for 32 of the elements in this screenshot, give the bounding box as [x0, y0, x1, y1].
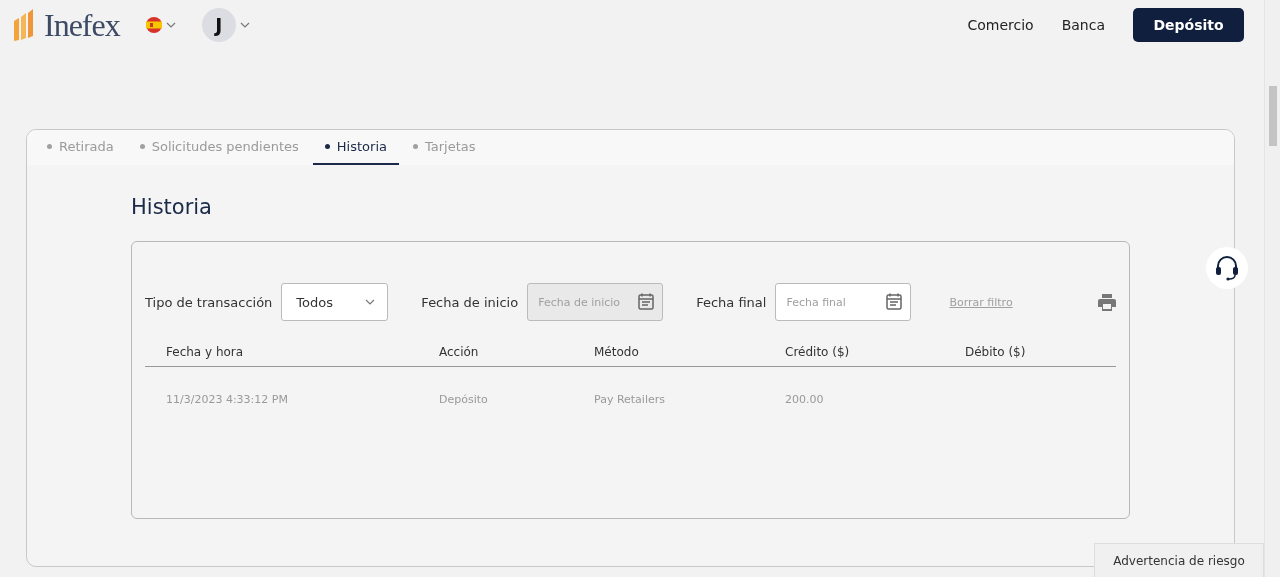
table-cell-text: Depósito [439, 393, 489, 406]
caret-icon [239, 20, 250, 30]
caret-icon [165, 20, 176, 30]
deposit-button[interactable]: Depósito [1133, 8, 1244, 42]
column-header: Débito ($) [965, 345, 1027, 359]
print-icon[interactable] [1098, 293, 1116, 311]
filter-label: Fecha de inicio [421, 294, 519, 310]
spain-flag-icon[interactable] [145, 17, 162, 33]
risk-warning-button[interactable]: Advertencia de riesgo [1094, 543, 1264, 577]
nav-link[interactable]: Comercio [967, 17, 1034, 33]
column-header: Acción [439, 345, 480, 359]
transaction-type-select[interactable]: Todos [281, 283, 389, 321]
nav-link[interactable]: Banca [1061, 17, 1105, 33]
page-title: Historia [131, 195, 213, 219]
date-field[interactable]: Fecha final [775, 283, 912, 321]
filter-label: Fecha final [696, 294, 767, 310]
table-cell-text: Pay Retailers [594, 393, 666, 406]
logo-text: Inefex [44, 6, 120, 44]
column-header: Método [594, 345, 640, 359]
headset-icon [1213, 254, 1241, 282]
column-header: Fecha y hora [166, 345, 245, 359]
calendar-icon[interactable] [886, 293, 903, 310]
calendar-icon[interactable] [638, 293, 655, 310]
column-header: Crédito ($) [785, 345, 851, 359]
user-avatar[interactable]: J [201, 8, 236, 42]
support-button[interactable] [1206, 247, 1248, 289]
chevron-icon [365, 297, 376, 307]
table-cell-text: 11/3/2023 4:33:12 PM [166, 393, 289, 406]
filter-label: Tipo de transacción [145, 294, 273, 310]
tab[interactable]: Historia [312, 135, 399, 165]
scrollbar-thumb[interactable] [1268, 86, 1277, 146]
table-cell-text: 200.00 [785, 393, 825, 406]
